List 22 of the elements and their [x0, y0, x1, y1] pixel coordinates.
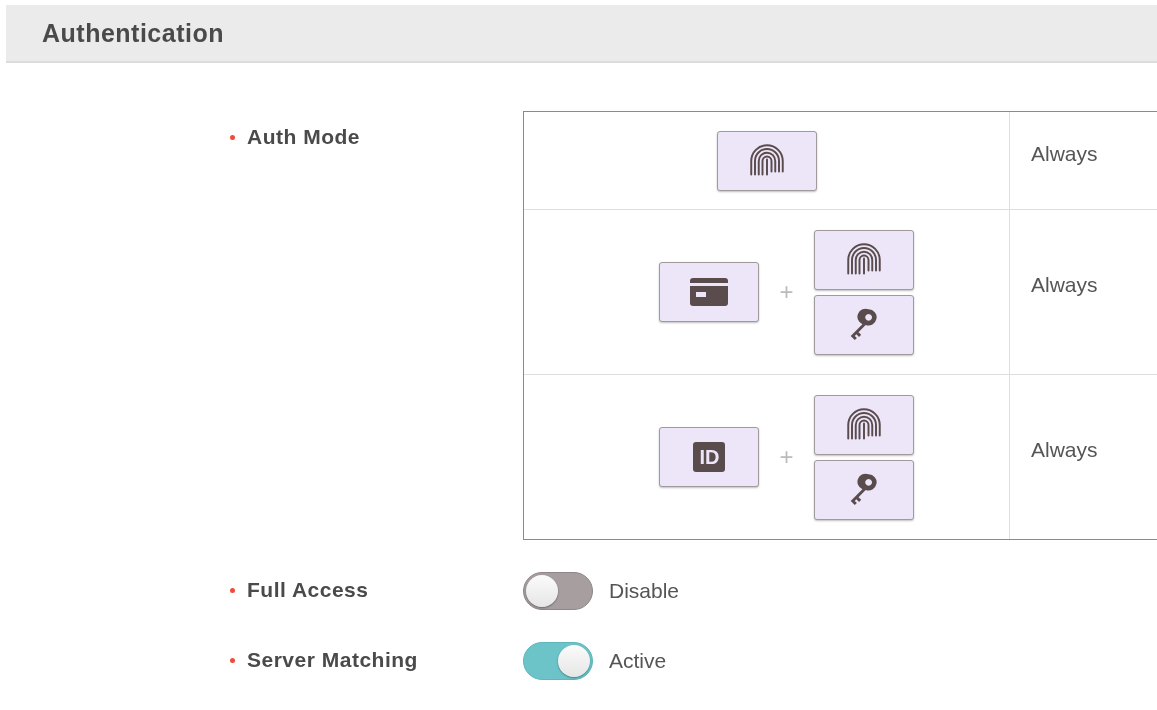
field-label: Auth Mode [247, 125, 360, 149]
toggle-status: Active [609, 649, 667, 673]
key-button[interactable] [813, 294, 914, 355]
schedule-text: Always [1031, 141, 1098, 166]
fingerprint-button[interactable] [813, 229, 914, 290]
card-icon [689, 277, 730, 307]
toggle-switch[interactable] [523, 572, 593, 610]
card-button[interactable] [659, 262, 760, 322]
id-button[interactable]: ID [659, 427, 760, 487]
schedule-text: Always [1031, 438, 1098, 462]
key-button[interactable] [813, 459, 914, 520]
plus-sign: + [779, 278, 794, 306]
section-title: Authentication [42, 18, 224, 48]
toggle-status: Disable [609, 579, 680, 603]
toggle-switch[interactable] [523, 642, 593, 680]
field-label: Full Access [247, 578, 369, 602]
fingerprint-button[interactable] [716, 130, 817, 191]
field-label: Server Matching [247, 648, 418, 672]
schedule-text: Always [1031, 273, 1098, 297]
plus-sign: + [779, 443, 794, 471]
fingerprint-button[interactable] [813, 394, 914, 455]
id-icon: ID [693, 442, 726, 472]
